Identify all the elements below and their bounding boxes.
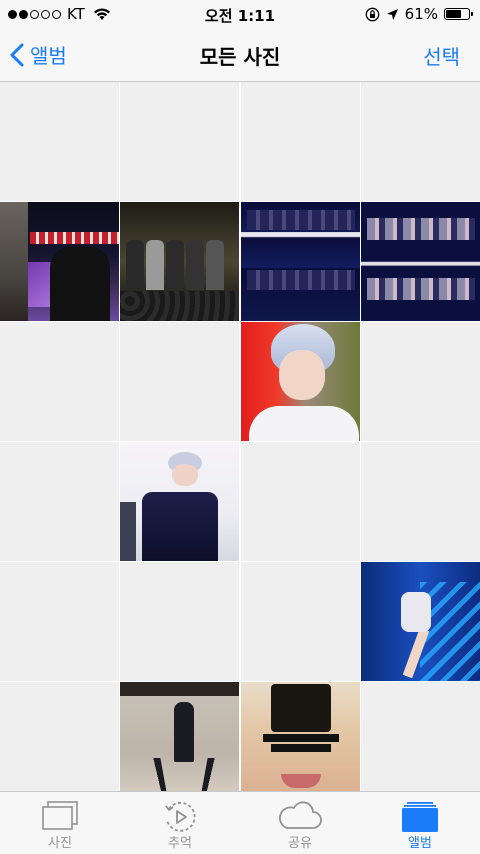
photo-thumbnail[interactable] — [240, 442, 360, 561]
photo-thumbnail-group-on-stage[interactable] — [120, 202, 240, 321]
photo-thumbnail[interactable] — [120, 82, 240, 201]
tab-memories-label: 추억 — [168, 836, 192, 851]
photo-thumbnail-show-closeup[interactable] — [240, 682, 360, 791]
memories-icon — [165, 801, 196, 832]
photo-thumbnail[interactable] — [360, 322, 480, 441]
photo-thumbnail[interactable] — [360, 82, 480, 201]
battery-icon — [444, 8, 473, 20]
tab-memories[interactable]: 추억 — [120, 792, 240, 854]
chevron-left-icon — [10, 43, 24, 66]
status-bar: KT 오전 1:11 61% — [0, 0, 480, 28]
photo-thumbnail[interactable] — [240, 562, 360, 681]
photo-thumbnail[interactable] — [0, 322, 119, 441]
tab-albums-label: 앨범 — [408, 836, 432, 851]
photo-thumbnail[interactable] — [0, 442, 119, 561]
photo-thumbnail-stage-performance[interactable] — [0, 202, 119, 321]
page-title: 모든 사진 — [199, 45, 281, 69]
albums-icon — [402, 802, 438, 832]
tab-photos-label: 사진 — [48, 836, 72, 851]
back-button-label: 앨범 — [30, 44, 67, 68]
tab-shared-label: 공유 — [288, 836, 312, 851]
photo-thumbnail-dance-practice[interactable] — [120, 682, 240, 791]
photo-thumbnail[interactable] — [240, 82, 360, 201]
photo-thumbnail-member-jumping[interactable] — [360, 562, 480, 681]
photos-icon — [42, 801, 78, 830]
photo-thumbnail[interactable] — [360, 442, 480, 561]
photo-thumbnail[interactable] — [0, 562, 119, 681]
tab-photos[interactable]: 사진 — [0, 792, 120, 854]
select-button[interactable]: 선택 — [423, 41, 460, 70]
cloud-share-icon — [279, 801, 322, 829]
photo-thumbnail[interactable] — [0, 82, 119, 201]
tab-bar: 사진 추억 공유 앨범 — [0, 791, 480, 854]
tab-shared[interactable]: 공유 — [240, 792, 360, 854]
photo-thumbnail-member-dark-jacket[interactable] — [120, 442, 240, 561]
photo-thumbnail-group-collage[interactable] — [360, 202, 480, 321]
back-button[interactable]: 앨범 — [10, 40, 67, 69]
photo-thumbnail[interactable] — [0, 682, 119, 791]
photo-thumbnail[interactable] — [120, 322, 240, 441]
battery-percent: 61% — [404, 5, 438, 23]
photo-thumbnail[interactable] — [120, 562, 240, 681]
photo-thumbnail-member-closeup[interactable] — [240, 322, 360, 441]
navigation-bar: 앨범 모든 사진 선택 — [0, 28, 480, 82]
photo-grid — [0, 82, 480, 791]
photo-thumbnail-group-collage[interactable] — [240, 202, 360, 321]
orientation-lock-icon — [365, 7, 380, 21]
status-right: 61% — [365, 5, 473, 23]
tab-albums[interactable]: 앨범 — [360, 792, 480, 854]
photo-thumbnail[interactable] — [360, 682, 480, 791]
location-arrow-icon — [386, 8, 398, 20]
